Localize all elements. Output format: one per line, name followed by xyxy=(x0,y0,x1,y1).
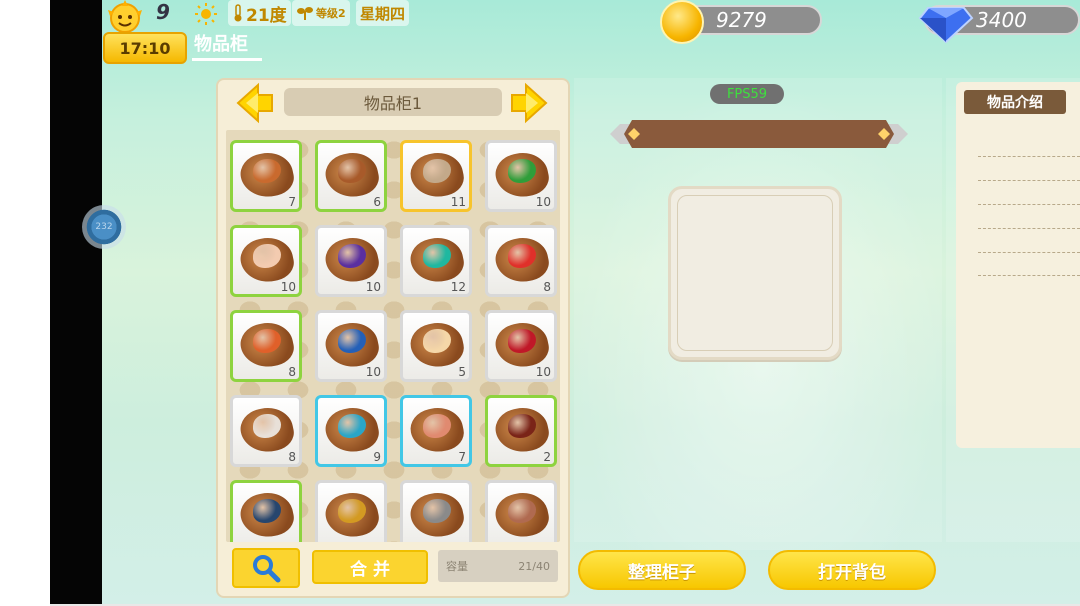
inventory-slot[interactable]: 2 xyxy=(485,395,557,467)
sort-locker-button[interactable]: 整理柜子 xyxy=(578,550,746,590)
inventory-slot[interactable]: 10 xyxy=(230,225,302,297)
description-line xyxy=(978,228,1080,229)
item-count: 10 xyxy=(365,280,381,294)
item-description-title: 物品介绍 xyxy=(964,90,1066,114)
item-count: 10 xyxy=(365,365,381,379)
inventory-slot[interactable] xyxy=(315,480,387,542)
item-count: 5 xyxy=(458,365,466,379)
item-count: 8 xyxy=(543,280,551,294)
open-backpack-button[interactable]: 打开背包 xyxy=(768,550,936,590)
item-preview-frame xyxy=(668,186,842,360)
item-count: 6 xyxy=(373,195,381,209)
inventory-slot[interactable]: 10 xyxy=(485,140,557,212)
inventory-slot[interactable] xyxy=(230,480,302,542)
inventory-slot[interactable]: 8 xyxy=(230,395,302,467)
level-display: 等级2 xyxy=(292,0,350,26)
inventory-slot[interactable]: 7 xyxy=(230,140,302,212)
inventory-slot[interactable]: 5 xyxy=(400,310,472,382)
locker-title: 物品柜1 xyxy=(284,88,502,116)
inventory-slot[interactable]: 9 xyxy=(315,395,387,467)
inventory-slot[interactable]: 10 xyxy=(315,310,387,382)
item-count: 7 xyxy=(288,195,296,209)
item-count: 10 xyxy=(535,195,551,209)
inventory-slot[interactable] xyxy=(400,480,472,542)
fps-counter: FPS59 xyxy=(710,84,784,104)
floating-assist-ball[interactable]: 232 xyxy=(82,205,126,249)
description-line xyxy=(978,204,1080,205)
inventory-slot[interactable]: 10 xyxy=(315,225,387,297)
sun-mascot-icon xyxy=(108,0,142,33)
description-line xyxy=(978,156,1080,157)
coin-icon xyxy=(660,0,704,44)
sprout-icon xyxy=(297,7,313,20)
item-count: 9 xyxy=(373,450,381,464)
capacity-value: 21/40 xyxy=(518,559,550,573)
screen: 232 9 17:10 21度 等级2 星期四 物品柜 9279 3400 物品… xyxy=(0,0,1080,606)
description-line xyxy=(978,275,1080,276)
inventory-slot[interactable]: 10 xyxy=(485,310,557,382)
inventory-slot[interactable] xyxy=(485,480,557,542)
item-count: 2 xyxy=(543,450,551,464)
item-count: 11 xyxy=(450,195,466,209)
description-line xyxy=(978,180,1080,181)
tab-locker[interactable]: 物品柜 xyxy=(194,30,248,56)
next-locker-arrow-icon[interactable] xyxy=(508,82,550,124)
item-grid: 7 6 11 10 10 10 12 8 8 10 5 10 8 9 7 2 xyxy=(226,130,560,542)
previous-locker-arrow-icon[interactable] xyxy=(234,82,276,124)
sun-value: 9 xyxy=(156,0,170,24)
item-count: 8 xyxy=(288,450,296,464)
inventory-slot[interactable]: 7 xyxy=(400,395,472,467)
description-line xyxy=(978,252,1080,253)
item-count: 8 xyxy=(288,365,296,379)
device-margin xyxy=(0,0,50,606)
item-count: 10 xyxy=(280,280,296,294)
capacity-label: 容量 xyxy=(446,560,468,573)
inventory-slot[interactable]: 12 xyxy=(400,225,472,297)
thermometer-icon xyxy=(234,4,242,22)
inventory-slot[interactable]: 11 xyxy=(400,140,472,212)
device-bezel xyxy=(50,0,102,604)
gem-value: 3400 xyxy=(976,8,1027,32)
diamond-icon xyxy=(918,7,974,44)
search-button[interactable] xyxy=(232,548,300,588)
coin-value: 9279 xyxy=(716,8,767,32)
item-count: 10 xyxy=(535,365,551,379)
item-count: 7 xyxy=(458,450,466,464)
game-clock: 17:10 xyxy=(103,32,187,64)
search-icon xyxy=(253,555,281,583)
item-count: 12 xyxy=(450,280,466,294)
inventory-slot[interactable]: 8 xyxy=(230,310,302,382)
sunny-weather-icon xyxy=(195,3,217,25)
capacity-display: 容量 21/40 xyxy=(438,550,558,582)
temperature-display: 21度 xyxy=(228,0,291,26)
inventory-slot[interactable]: 6 xyxy=(315,140,387,212)
temperature-value: 21度 xyxy=(246,5,287,26)
merge-button[interactable]: 合 并 xyxy=(312,550,428,584)
level-value: 等级2 xyxy=(316,7,346,20)
weekday-display: 星期四 xyxy=(356,0,410,26)
item-name-banner xyxy=(610,120,908,148)
inventory-slot[interactable]: 8 xyxy=(485,225,557,297)
item-description-panel xyxy=(956,82,1080,448)
tab-underline xyxy=(192,58,262,61)
